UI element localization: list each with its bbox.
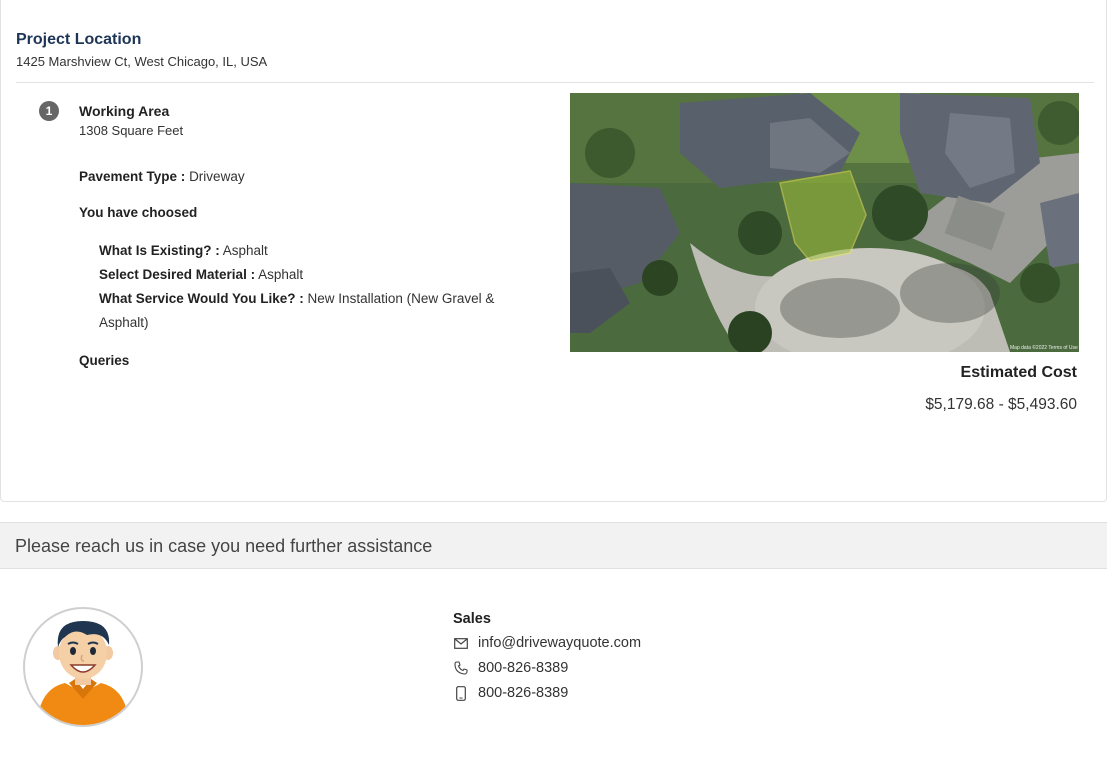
divider [16, 82, 1094, 83]
choice-label: What Service Would You Like? : [99, 291, 304, 306]
project-address: 1425 Marshview Ct, West Chicago, IL, USA [16, 54, 268, 69]
working-area-value: 1308 Square Feet [79, 123, 184, 138]
choice-label: Select Desired Material : [99, 267, 256, 282]
map-attribution: Map data ©2022 Terms of Use [1010, 344, 1078, 351]
step-number-badge: 1 [39, 101, 59, 121]
pavement-type-label: Pavement Type : [79, 169, 186, 184]
avatar-illustration [37, 621, 129, 725]
mail-icon [453, 635, 469, 651]
pavement-type-row: Pavement Type : Driveway [79, 169, 245, 184]
choice-value: Asphalt [222, 243, 268, 258]
estimated-cost-value: $5,179.68 - $5,493.60 [925, 396, 1077, 413]
sales-title: Sales [453, 611, 491, 627]
sales-mobile[interactable]: 800-826-8389 [453, 685, 568, 701]
choice-service: What Service Would You Like? : New Insta… [99, 287, 519, 335]
sales-avatar [23, 607, 143, 727]
choice-value: Asphalt [258, 267, 304, 282]
sales-phone-text[interactable]: 800-826-8389 [478, 660, 568, 676]
pavement-type-value: Driveway [189, 169, 245, 184]
sales-phone[interactable]: 800-826-8389 [453, 660, 568, 676]
sales-mobile-text[interactable]: 800-826-8389 [478, 685, 568, 701]
choice-label: What Is Existing? : [99, 243, 220, 258]
assistance-banner: Please reach us in case you need further… [0, 522, 1107, 569]
project-summary-card: Project Location 1425 Marshview Ct, West… [0, 0, 1107, 502]
sales-email[interactable]: info@drivewayquote.com [453, 635, 641, 651]
assistance-text: Please reach us in case you need further… [15, 536, 433, 556]
project-location-title: Project Location [16, 31, 142, 48]
phone-icon [453, 660, 469, 676]
mobile-icon [453, 685, 469, 701]
working-area-title: Working Area [79, 103, 170, 119]
choice-material: Select Desired Material : Asphalt [99, 267, 303, 282]
queries-label: Queries [79, 353, 130, 368]
sales-email-text[interactable]: info@drivewayquote.com [478, 635, 641, 651]
choice-existing: What Is Existing? : Asphalt [99, 243, 268, 258]
satellite-map-image[interactable]: Map data ©2022 Terms of Use [570, 93, 1079, 352]
estimated-cost-label: Estimated Cost [960, 364, 1077, 381]
choices-heading: You have choosed [79, 205, 198, 220]
satellite-map-graphic: Map data ©2022 Terms of Use [570, 93, 1079, 352]
